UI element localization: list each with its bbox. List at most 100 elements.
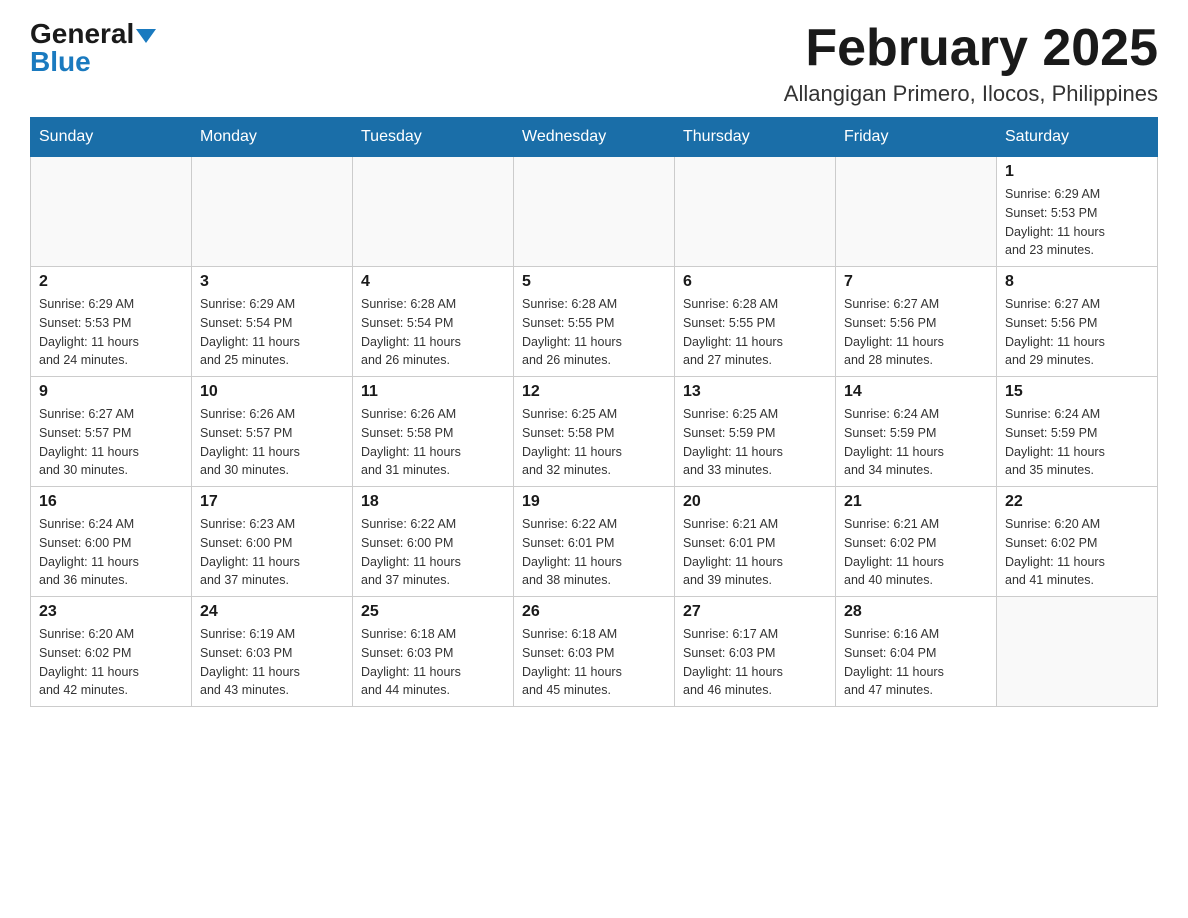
- day-info: Sunrise: 6:28 AM Sunset: 5:55 PM Dayligh…: [683, 295, 827, 370]
- page-header: General Blue February 2025 Allangigan Pr…: [30, 20, 1158, 107]
- day-number: 4: [361, 273, 505, 291]
- day-info: Sunrise: 6:27 AM Sunset: 5:57 PM Dayligh…: [39, 405, 183, 480]
- day-number: 26: [522, 603, 666, 621]
- day-number: 24: [200, 603, 344, 621]
- calendar-cell: [514, 157, 675, 267]
- calendar-cell: 24 Sunrise: 6:19 AM Sunset: 6:03 PM Dayli…: [192, 597, 353, 707]
- day-info: Sunrise: 6:24 AM Sunset: 5:59 PM Dayligh…: [1005, 405, 1149, 480]
- weekday-header-row: SundayMondayTuesdayWednesdayThursdayFrid…: [31, 118, 1158, 157]
- weekday-header-saturday: Saturday: [997, 118, 1158, 157]
- calendar-cell: 5 Sunrise: 6:28 AM Sunset: 5:55 PM Daylig…: [514, 267, 675, 377]
- day-info: Sunrise: 6:27 AM Sunset: 5:56 PM Dayligh…: [1005, 295, 1149, 370]
- day-number: 23: [39, 603, 183, 621]
- day-info: Sunrise: 6:22 AM Sunset: 6:01 PM Dayligh…: [522, 515, 666, 590]
- day-number: 6: [683, 273, 827, 291]
- calendar-cell: 6 Sunrise: 6:28 AM Sunset: 5:55 PM Daylig…: [675, 267, 836, 377]
- day-number: 15: [1005, 383, 1149, 401]
- calendar-table: SundayMondayTuesdayWednesdayThursdayFrid…: [30, 117, 1158, 707]
- day-number: 17: [200, 493, 344, 511]
- logo-blue: Blue: [30, 48, 91, 76]
- day-number: 16: [39, 493, 183, 511]
- calendar-cell: 22Sunrise: 6:20 AM Sunset: 6:02 PM Dayli…: [997, 487, 1158, 597]
- calendar-cell: 7 Sunrise: 6:27 AM Sunset: 5:56 PM Daylig…: [836, 267, 997, 377]
- calendar-cell: [192, 157, 353, 267]
- calendar-cell: 17 Sunrise: 6:23 AM Sunset: 6:00 PM Dayli…: [192, 487, 353, 597]
- day-number: 18: [361, 493, 505, 511]
- day-number: 20: [683, 493, 827, 511]
- calendar-cell: [836, 157, 997, 267]
- weekday-header-thursday: Thursday: [675, 118, 836, 157]
- calendar-cell: 27 Sunrise: 6:17 AM Sunset: 6:03 PM Dayli…: [675, 597, 836, 707]
- day-info: Sunrise: 6:24 AM Sunset: 5:59 PM Dayligh…: [844, 405, 988, 480]
- calendar-cell: 3 Sunrise: 6:29 AM Sunset: 5:54 PM Daylig…: [192, 267, 353, 377]
- day-number: 14: [844, 383, 988, 401]
- day-info: Sunrise: 6:25 AM Sunset: 5:59 PM Dayligh…: [683, 405, 827, 480]
- day-number: 11: [361, 383, 505, 401]
- weekday-header-sunday: Sunday: [31, 118, 192, 157]
- day-number: 19: [522, 493, 666, 511]
- calendar-title: February 2025: [784, 20, 1158, 77]
- day-info: Sunrise: 6:18 AM Sunset: 6:03 PM Dayligh…: [361, 625, 505, 700]
- logo-general: General: [30, 20, 156, 48]
- day-info: Sunrise: 6:29 AM Sunset: 5:53 PM Dayligh…: [1005, 185, 1149, 260]
- weekday-header-friday: Friday: [836, 118, 997, 157]
- calendar-cell: 23Sunrise: 6:20 AM Sunset: 6:02 PM Dayli…: [31, 597, 192, 707]
- calendar-cell: 14 Sunrise: 6:24 AM Sunset: 5:59 PM Dayli…: [836, 377, 997, 487]
- day-number: 21: [844, 493, 988, 511]
- calendar-cell: 15 Sunrise: 6:24 AM Sunset: 5:59 PM Dayli…: [997, 377, 1158, 487]
- day-info: Sunrise: 6:26 AM Sunset: 5:57 PM Dayligh…: [200, 405, 344, 480]
- day-info: Sunrise: 6:21 AM Sunset: 6:02 PM Dayligh…: [844, 515, 988, 590]
- day-info: Sunrise: 6:27 AM Sunset: 5:56 PM Dayligh…: [844, 295, 988, 370]
- day-number: 12: [522, 383, 666, 401]
- day-info: Sunrise: 6:18 AM Sunset: 6:03 PM Dayligh…: [522, 625, 666, 700]
- calendar-cell: 26 Sunrise: 6:18 AM Sunset: 6:03 PM Dayli…: [514, 597, 675, 707]
- calendar-cell: 16 Sunrise: 6:24 AM Sunset: 6:00 PM Dayli…: [31, 487, 192, 597]
- calendar-cell: 18 Sunrise: 6:22 AM Sunset: 6:00 PM Dayli…: [353, 487, 514, 597]
- day-info: Sunrise: 6:22 AM Sunset: 6:00 PM Dayligh…: [361, 515, 505, 590]
- calendar-cell: 12Sunrise: 6:25 AM Sunset: 5:58 PM Dayli…: [514, 377, 675, 487]
- calendar-cell: 13Sunrise: 6:25 AM Sunset: 5:59 PM Dayli…: [675, 377, 836, 487]
- calendar-cell: 1 Sunrise: 6:29 AM Sunset: 5:53 PM Daylig…: [997, 157, 1158, 267]
- day-number: 10: [200, 383, 344, 401]
- calendar-cell: [675, 157, 836, 267]
- week-row-5: 23Sunrise: 6:20 AM Sunset: 6:02 PM Dayli…: [31, 597, 1158, 707]
- day-info: Sunrise: 6:24 AM Sunset: 6:00 PM Dayligh…: [39, 515, 183, 590]
- calendar-cell: 4Sunrise: 6:28 AM Sunset: 5:54 PM Daylig…: [353, 267, 514, 377]
- calendar-cell: 19 Sunrise: 6:22 AM Sunset: 6:01 PM Dayli…: [514, 487, 675, 597]
- day-info: Sunrise: 6:17 AM Sunset: 6:03 PM Dayligh…: [683, 625, 827, 700]
- day-number: 25: [361, 603, 505, 621]
- day-number: 8: [1005, 273, 1149, 291]
- calendar-body: 1 Sunrise: 6:29 AM Sunset: 5:53 PM Daylig…: [31, 157, 1158, 707]
- logo: General Blue: [30, 20, 156, 76]
- day-number: 1: [1005, 163, 1149, 181]
- logo-triangle-icon: [136, 29, 156, 43]
- calendar-cell: 2Sunrise: 6:29 AM Sunset: 5:53 PM Daylig…: [31, 267, 192, 377]
- calendar-cell: 8 Sunrise: 6:27 AM Sunset: 5:56 PM Daylig…: [997, 267, 1158, 377]
- day-info: Sunrise: 6:19 AM Sunset: 6:03 PM Dayligh…: [200, 625, 344, 700]
- day-number: 22: [1005, 493, 1149, 511]
- day-info: Sunrise: 6:21 AM Sunset: 6:01 PM Dayligh…: [683, 515, 827, 590]
- day-info: Sunrise: 6:23 AM Sunset: 6:00 PM Dayligh…: [200, 515, 344, 590]
- calendar-cell: 10 Sunrise: 6:26 AM Sunset: 5:57 PM Dayli…: [192, 377, 353, 487]
- week-row-3: 9Sunrise: 6:27 AM Sunset: 5:57 PM Daylig…: [31, 377, 1158, 487]
- week-row-1: 1 Sunrise: 6:29 AM Sunset: 5:53 PM Daylig…: [31, 157, 1158, 267]
- calendar-cell: 21 Sunrise: 6:21 AM Sunset: 6:02 PM Dayli…: [836, 487, 997, 597]
- day-number: 2: [39, 273, 183, 291]
- day-number: 5: [522, 273, 666, 291]
- day-number: 3: [200, 273, 344, 291]
- calendar-cell: 20 Sunrise: 6:21 AM Sunset: 6:01 PM Dayli…: [675, 487, 836, 597]
- day-number: 7: [844, 273, 988, 291]
- weekday-header-monday: Monday: [192, 118, 353, 157]
- day-number: 28: [844, 603, 988, 621]
- day-info: Sunrise: 6:29 AM Sunset: 5:54 PM Dayligh…: [200, 295, 344, 370]
- calendar-cell: [353, 157, 514, 267]
- weekday-header-wednesday: Wednesday: [514, 118, 675, 157]
- calendar-header: SundayMondayTuesdayWednesdayThursdayFrid…: [31, 118, 1158, 157]
- title-section: February 2025 Allangigan Primero, Ilocos…: [784, 20, 1158, 107]
- day-info: Sunrise: 6:16 AM Sunset: 6:04 PM Dayligh…: [844, 625, 988, 700]
- day-number: 27: [683, 603, 827, 621]
- calendar-cell: 25 Sunrise: 6:18 AM Sunset: 6:03 PM Dayli…: [353, 597, 514, 707]
- calendar-cell: [31, 157, 192, 267]
- calendar-cell: 9Sunrise: 6:27 AM Sunset: 5:57 PM Daylig…: [31, 377, 192, 487]
- day-info: Sunrise: 6:28 AM Sunset: 5:55 PM Dayligh…: [522, 295, 666, 370]
